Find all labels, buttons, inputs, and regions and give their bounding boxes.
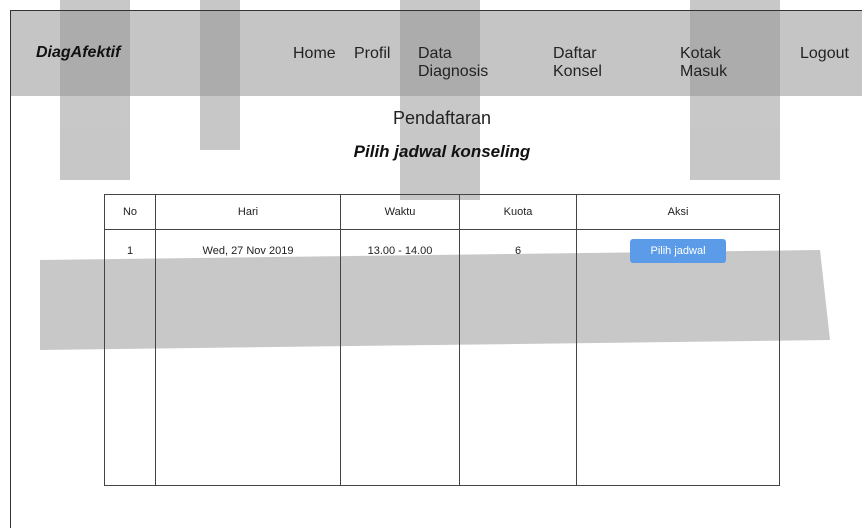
cell-aksi: Pilih jadwal (576, 229, 780, 272)
col-header-waktu: Waktu (340, 194, 460, 230)
col-header-hari: Hari (155, 194, 341, 230)
col-header-no: No (104, 194, 156, 230)
nav-daftar-konsel[interactable]: Daftar Konsel (553, 45, 602, 81)
cell-hari: Wed, 27 Nov 2019 (155, 229, 341, 272)
nav-logout[interactable]: Logout (800, 45, 849, 63)
table-header-row: No Hari Waktu Kuota Aksi (104, 194, 780, 230)
cell-waktu: 13.00 - 14.00 (340, 229, 460, 272)
col-header-kuota: Kuota (459, 194, 577, 230)
page-title: Pendaftaran (392, 108, 492, 128)
table-row: 1 Wed, 27 Nov 2019 13.00 - 14.00 6 Pilih… (104, 229, 780, 272)
cell-no: 1 (104, 229, 156, 272)
nav-kotak-masuk[interactable]: Kotak Masuk (680, 45, 727, 81)
page-subtitle: Pilih jadwal konseling (353, 142, 531, 161)
col-header-aksi: Aksi (576, 194, 780, 230)
table-empty-space (104, 272, 780, 486)
pilih-jadwal-button[interactable]: Pilih jadwal (630, 239, 726, 263)
nav-profil[interactable]: Profil (354, 45, 390, 63)
nav-data-diagnosis[interactable]: Data Diagnosis (418, 45, 488, 81)
schedule-table: No Hari Waktu Kuota Aksi 1 Wed, 27 Nov 2… (104, 194, 780, 486)
nav-home[interactable]: Home (293, 45, 336, 63)
cell-kuota: 6 (459, 229, 577, 272)
brand-logo[interactable]: DiagAfektif (36, 44, 120, 62)
